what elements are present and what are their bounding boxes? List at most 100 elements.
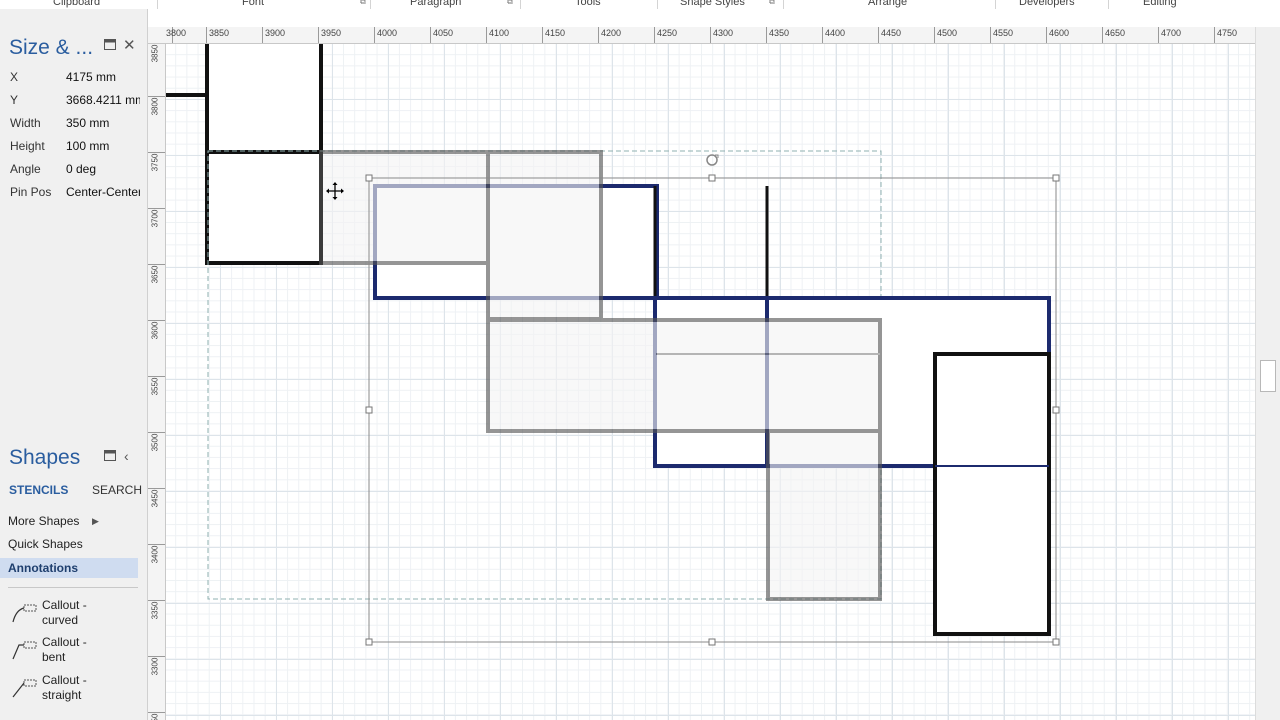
- ribbon-group-developers: Developers: [1019, 0, 1075, 8]
- ruler-tick: 3850: [150, 44, 160, 63]
- ruler-tick: 4350: [769, 28, 790, 38]
- prop-label: Height: [10, 139, 45, 153]
- ribbon-divider: [783, 0, 784, 9]
- callout-bent-icon: [12, 641, 37, 660]
- stencil-callout-bent[interactable]: Callout - bent: [8, 635, 140, 671]
- ruler-tick: 4250: [657, 28, 678, 38]
- ruler-tick: 4200: [601, 28, 622, 38]
- ruler-tick: 4500: [937, 28, 958, 38]
- shape-rect[interactable]: [933, 352, 1051, 636]
- prop-row-y: Y 3668.4211 mm: [10, 93, 140, 113]
- ruler-tick: 3800: [150, 97, 160, 116]
- ruler-tick: 4050: [433, 28, 454, 38]
- rotate-handle-icon[interactable]: [706, 154, 719, 166]
- ruler-tick: 4450: [881, 28, 902, 38]
- nav-label: Quick Shapes: [8, 537, 83, 551]
- divider: [8, 587, 138, 588]
- shape-rect[interactable]: [319, 150, 490, 265]
- ribbon-group-shape-styles: Shape Styles: [680, 0, 745, 8]
- original-shape-group: [319, 150, 882, 601]
- size-position-pane-title: Size & ...: [9, 36, 94, 59]
- prop-value-height[interactable]: 100 mm: [66, 139, 109, 153]
- paragraph-dialog-launcher-icon[interactable]: ⧉: [507, 0, 513, 7]
- ruler-tick: 4300: [713, 28, 734, 38]
- prop-value-x[interactable]: 4175 mm: [66, 70, 116, 84]
- callout-straight-icon: [12, 679, 37, 698]
- ribbon-divider: [657, 0, 658, 9]
- collapse-pane-icon[interactable]: ‹: [124, 448, 129, 464]
- vertical-ruler: 3850 3800 3750 3700 3650 3600 3550 3500 …: [148, 44, 166, 720]
- ruler-tick: 3450: [150, 489, 160, 508]
- chevron-right-icon: ▶: [92, 516, 99, 526]
- font-dialog-launcher-icon[interactable]: ⧉: [360, 0, 366, 7]
- scrollbar-thumb[interactable]: [1260, 360, 1276, 392]
- prop-value-y[interactable]: 3668.4211 mm: [66, 93, 140, 107]
- ribbon-group-arrange: Arrange: [868, 0, 908, 8]
- existing-shapes: [166, 44, 323, 265]
- ribbon-group-paragraph: Paragraph: [410, 0, 462, 8]
- shape-rect[interactable]: [486, 318, 882, 433]
- prop-value-width[interactable]: 350 mm: [66, 116, 109, 130]
- ruler-tick: 4000: [377, 28, 398, 38]
- ribbon-group-tools: Tools: [575, 0, 601, 8]
- prop-row-height: Height 100 mm: [10, 139, 140, 159]
- prop-row-x: X 4175 mm: [10, 70, 140, 90]
- prop-label: Width: [10, 116, 41, 130]
- resize-handle[interactable]: [365, 406, 373, 414]
- prop-value-angle[interactable]: 0 deg: [66, 162, 96, 176]
- shape-rect[interactable]: [486, 150, 603, 321]
- ruler-tick: 3850: [209, 28, 230, 38]
- pane-options-icon[interactable]: [104, 450, 116, 464]
- ruler-tick: 3800: [166, 28, 187, 38]
- tab-stencils[interactable]: STENCILS: [9, 483, 68, 497]
- ruler-tick: 4600: [1049, 28, 1070, 38]
- drawing-canvas[interactable]: [166, 44, 1255, 720]
- ruler-tick: 3750: [150, 153, 160, 172]
- nav-annotations[interactable]: Annotations: [0, 558, 138, 578]
- ribbon-divider: [995, 0, 996, 9]
- ruler-tick: 3300: [150, 657, 160, 676]
- resize-handle[interactable]: [1052, 638, 1060, 646]
- ruler-tick: 3550: [150, 377, 160, 396]
- ruler-tick: 3400: [150, 545, 160, 564]
- close-icon[interactable]: ✕: [123, 36, 136, 54]
- horizontal-ruler: 3800 3850 3900 3950 4000 4050 4100 4150 …: [148, 27, 1255, 44]
- prop-value-pin-pos[interactable]: Center-Center: [66, 185, 140, 199]
- resize-handle[interactable]: [1052, 174, 1060, 182]
- shape-rect[interactable]: [205, 150, 323, 265]
- ribbon-group-font: Font: [242, 0, 265, 8]
- shapes-pane-title: Shapes: [9, 446, 81, 469]
- resize-handle[interactable]: [708, 638, 716, 646]
- ruler-tick: 3700: [150, 209, 160, 228]
- tab-search[interactable]: SEARCH: [92, 483, 142, 497]
- vertical-scrollbar[interactable]: [1255, 27, 1280, 720]
- pane-options-icon[interactable]: [104, 39, 116, 53]
- ruler-tick: 3900: [265, 28, 286, 38]
- resize-handle[interactable]: [365, 638, 373, 646]
- resize-handle[interactable]: [365, 174, 373, 182]
- nav-more-shapes[interactable]: More Shapes ▶: [0, 511, 138, 531]
- stencil-label: Callout - bent: [42, 635, 87, 664]
- ruler-tick: 4400: [825, 28, 846, 38]
- ruler-tick: 4650: [1105, 28, 1126, 38]
- drawing-layer: [166, 44, 1060, 646]
- stencil-callout-curved[interactable]: Callout - curved: [8, 598, 140, 634]
- left-task-panes: Size & ... ✕ X 4175 mm Y 3668.4211 mm Wi…: [0, 9, 148, 720]
- shape-rect[interactable]: [205, 44, 323, 154]
- ruler-tick: 3650: [150, 265, 160, 284]
- stencil-callout-straight[interactable]: Callout - straight: [8, 673, 140, 709]
- prop-label: Y: [10, 93, 19, 107]
- shape-styles-dialog-launcher-icon[interactable]: ⧉: [769, 0, 775, 7]
- prop-label: Pin Pos: [10, 185, 52, 199]
- ribbon-group-clipboard: Clipboard: [53, 0, 101, 8]
- resize-handle[interactable]: [1052, 406, 1060, 414]
- ribbon-divider: [1108, 0, 1109, 9]
- prop-row-pin-pos: Pin Pos Center-Center: [10, 185, 140, 205]
- shape-rect[interactable]: [766, 429, 882, 601]
- nav-quick-shapes[interactable]: Quick Shapes: [0, 534, 138, 554]
- ruler-tick: 4700: [1161, 28, 1182, 38]
- ruler-tick: 3500: [150, 433, 160, 452]
- callout-curved-icon: [12, 604, 37, 623]
- ribbon-divider: [370, 0, 371, 9]
- resize-handle[interactable]: [708, 174, 716, 182]
